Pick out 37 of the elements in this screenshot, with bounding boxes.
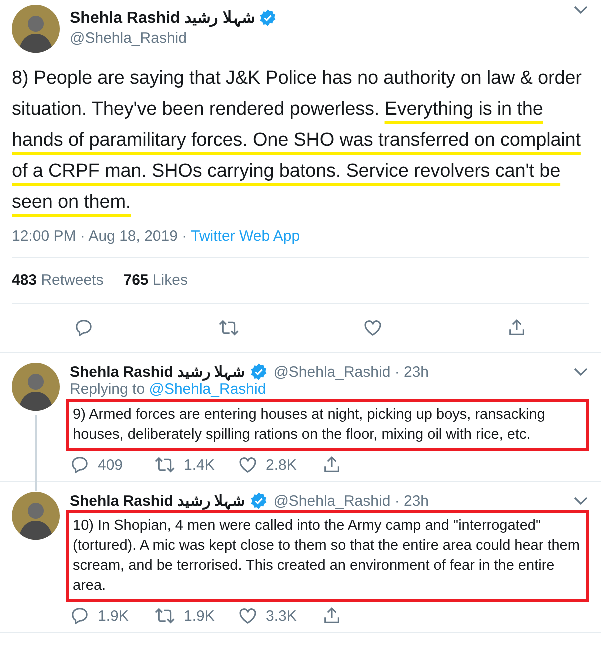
display-name[interactable]: Shehla Rashid شہلا رشید — [70, 363, 246, 381]
chevron-down-icon[interactable] — [573, 367, 589, 377]
chevron-down-icon[interactable] — [573, 496, 589, 506]
heart-icon[interactable] — [238, 455, 258, 475]
user-handle[interactable]: @Shehla_Rashid — [70, 30, 563, 47]
tweet-text: 10) In Shopian, 4 men were called into the Army camp and "interrogated" (tortured). A mic was kept close to them so that the entire area could hear them scream, and be terrorised. This created an environment of fear in the entire area. — [66, 510, 589, 602]
timestamp: 12:00 PM · Aug 18, 2019 · — [12, 228, 188, 245]
handle-and-time: @Shehla_Rashid · 23h — [274, 492, 430, 510]
retweet-icon[interactable] — [154, 455, 176, 475]
avatar-icon[interactable] — [12, 363, 60, 411]
reply-icon[interactable] — [70, 455, 90, 475]
share-icon[interactable] — [322, 606, 342, 626]
reply-icon[interactable] — [70, 606, 90, 626]
reply-icon[interactable] — [74, 318, 94, 338]
replying-to-label: Replying to — [70, 381, 146, 398]
like-count: 3.3K — [266, 608, 297, 624]
retweet-icon[interactable] — [154, 606, 176, 626]
reply-count: 1.9K — [98, 608, 129, 624]
avatar-icon[interactable] — [12, 5, 60, 53]
chevron-down-icon[interactable] — [573, 5, 589, 15]
retweet-icon[interactable] — [218, 318, 240, 338]
engagement-count[interactable]: 765 Likes — [124, 272, 188, 289]
display-name[interactable]: Shehla Rashid شہلا رشید — [70, 8, 256, 28]
display-name[interactable]: Shehla Rashid شہلا رشید — [70, 492, 246, 510]
engagement-count[interactable]: 483 Retweets — [12, 272, 104, 289]
heart-icon[interactable] — [238, 606, 258, 626]
share-icon[interactable] — [322, 455, 342, 475]
like-count: 2.8K — [266, 456, 297, 474]
share-icon[interactable] — [507, 318, 528, 338]
tweet-text: 8) People are saying that J&K Police has no authority on law & order situation. They've been rendered powerless. Everything is in the hands of paramilitary forces. One SHO was transferred on complaint of a CRPF man. SHOs carrying batons. Service revolvers can't be seen on them. — [12, 67, 583, 215]
tweet-text: 9) Armed forces are entering houses at night, picking up boys, ransacking houses, deliberately spilling rations on the floor, mixing oil with rice, etc. — [66, 399, 589, 451]
reply-count: 409 — [98, 456, 124, 474]
retweet-count: 1.9K — [184, 608, 215, 624]
retweet-count: 1.4K — [184, 456, 215, 474]
handle-and-time: @Shehla_Rashid · 23h — [274, 364, 430, 380]
avatar-icon[interactable] — [12, 492, 60, 540]
heart-icon[interactable] — [363, 318, 384, 338]
